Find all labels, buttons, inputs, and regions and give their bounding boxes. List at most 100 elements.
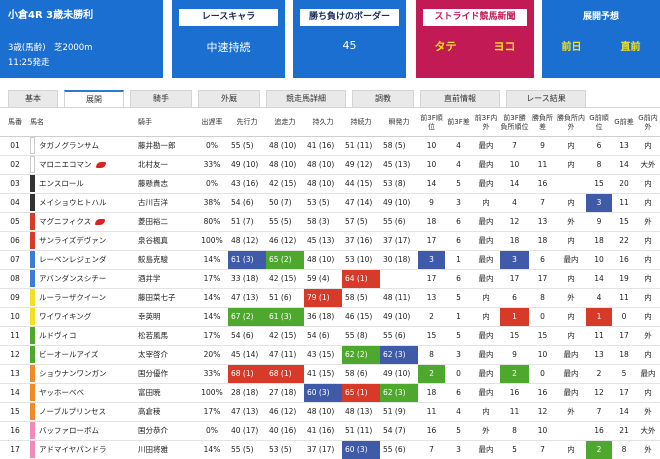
table-row[interactable]: 10 ワイワイキング 幸英明 14% 67 (2) 61 (3) 36 (18) 46 (15… (0, 307, 660, 327)
table-row[interactable]: 05 マグニフィクス 菱田裕二 80% 51 (7) 55 (5) 58 (3) 57 (5)… (0, 212, 660, 232)
table-row[interactable]: 14 ヤッホーベベ 富田暁 100% 28 (18) 27 (18) 60 (3) 65 (1… (0, 383, 660, 403)
md-cell: 17 (529, 269, 556, 289)
senko-cell: 28 (18) (228, 383, 266, 403)
horse-name[interactable]: ルドヴィコ (35, 330, 77, 341)
horse-name[interactable]: ショウナンワンガン (35, 368, 107, 379)
table-row[interactable]: 16 バッファローボム 国分恭介 0% 40 (17) 40 (16) 41 (16) 51 … (0, 421, 660, 441)
horse-name[interactable]: ルーラーザクイーン (35, 292, 106, 303)
table-row[interactable]: 11 ルドヴィコ 松若風馬 17% 54 (6) 42 (15) 54 (6) 55 (8) 5… (0, 326, 660, 346)
shunpatsu-cell: 58 (5) (380, 136, 418, 156)
gr-cell: 18 (586, 231, 612, 251)
z3o-cell: 最内 (472, 364, 500, 384)
horse-name[interactable]: アドマイヤパンドラ (35, 444, 107, 455)
gr-cell: 15 (586, 174, 612, 194)
column-header: 勝負所差 (529, 110, 556, 137)
tab-4[interactable]: 競走馬詳細 (266, 90, 346, 108)
jizoku-cell: 58 (5) (342, 288, 380, 308)
gd-cell: 8 (612, 440, 636, 459)
table-row[interactable]: 09 ルーラーザクイーン 藤田菜七子 14% 47 (13) 51 (6) 79 (1) 58… (0, 288, 660, 308)
horse-name-cell: マグニフィクス (30, 212, 138, 232)
table-row[interactable]: 13 ショウナンワンガン 国分優作 33% 68 (1) 68 (1) 41 (15) 58 … (0, 364, 660, 384)
md-cell: 12 (529, 402, 556, 422)
table-row[interactable]: 07 レーベンレジェンダ 鮫島克駿 14% 61 (3) 65 (2) 48 (10) 53 … (0, 250, 660, 270)
tsuiso-cell: 42 (15) (266, 174, 304, 194)
gd-cell: 15 (612, 212, 636, 232)
horse-name-cell: ショウナンワンガン (30, 364, 138, 384)
column-header: 先行力 (228, 110, 266, 137)
go-cell: 内 (636, 231, 660, 251)
horse-name[interactable]: バッファローボム (35, 425, 99, 436)
horse-name[interactable]: ヤッホーベベ (35, 387, 84, 398)
win-border-panel: 勝ち負けのボーダー 45 (293, 0, 406, 78)
shunpatsu-cell: 54 (7) (380, 421, 418, 441)
horse-name[interactable]: サンライズデヴァン (35, 235, 106, 246)
horse-name[interactable]: レーベンレジェンダ (35, 254, 107, 265)
late-cell: 100% (196, 231, 228, 251)
jikyu-cell: 48 (10) (304, 155, 342, 175)
gr-cell: 8 (586, 155, 612, 175)
horse-table: 馬番 馬名 騎手 出遅率 先行力 追走力 持久力 持続力 瞬発力 前3F順位 前3F差 前3F内外 前3… (0, 110, 660, 459)
horse-name[interactable]: ノーブルプリンセス (35, 406, 106, 417)
late-cell: 17% (196, 269, 228, 289)
jizoku-cell: 60 (3) (342, 440, 380, 459)
race-title: 小倉4R 3歳未勝利 (8, 10, 94, 21)
horse-name[interactable]: ビーオールアイズ (35, 349, 98, 360)
shunpatsu-cell: 48 (11) (380, 288, 418, 308)
z3o-cell: 最内 (472, 250, 500, 270)
table-row[interactable]: 15 ノーブルプリンセス 高倉稜 17% 47 (13) 46 (12) 48 (10) 48… (0, 402, 660, 422)
z3r-cell: 18 (418, 383, 445, 403)
horse-name[interactable]: アバンダンスシチー (35, 273, 106, 284)
horse-name[interactable]: メイショウヒトハル (35, 197, 107, 208)
tab-6[interactable]: 直前情報 (420, 90, 500, 108)
just-before-button[interactable]: 直前 (621, 38, 641, 53)
jockey-cell: 鮫島克駿 (138, 250, 196, 270)
day-before-button[interactable]: 前日 (562, 38, 582, 53)
horse-name[interactable]: マグニフィクス (35, 216, 91, 227)
table-row[interactable]: 03 エンスロール 藤懸貴志 0% 43 (16) 42 (15) 48 (10) 44 (1… (0, 174, 660, 194)
horse-name-cell: マロニエコマン (30, 155, 138, 175)
table-row[interactable]: 08 アバンダンスシチー 酒井学 17% 33 (18) 42 (15) 59 (4) 64 … (0, 269, 660, 289)
tab-2[interactable]: 騎手 (130, 90, 192, 108)
tab-bar: 基本 展開 騎手 外厩 競走馬詳細 調教 直前情報 レース結果 (8, 90, 660, 108)
yoko-button[interactable]: ヨコ (494, 38, 516, 54)
z3r-cell: 8 (418, 345, 445, 365)
table-row[interactable]: 17 アドマイヤパンドラ 川田将雅 14% 55 (5) 53 (5) 37 (17) 60 … (0, 440, 660, 459)
table-row[interactable]: 04 メイショウヒトハル 古川吉洋 38% 54 (6) 50 (7) 53 (5) 47 (… (0, 193, 660, 213)
tab-0[interactable]: 基本 (8, 90, 58, 108)
jizoku-cell: 47 (14) (342, 193, 380, 213)
horse-name[interactable]: ワイワイキング (35, 311, 91, 322)
mr-cell: 11 (500, 402, 529, 422)
column-header: G前差 (612, 110, 636, 137)
horse-name-cell: アドマイヤパンドラ (30, 440, 138, 459)
tab-7[interactable]: レース結果 (506, 90, 586, 108)
shunpatsu-cell: 51 (9) (380, 402, 418, 422)
md-cell: 16 (529, 174, 556, 194)
horse-name[interactable]: エンスロール (35, 178, 84, 189)
table-row[interactable]: 06 サンライズデヴァン 泉谷楓真 100% 48 (12) 46 (12) 45 (13)… (0, 231, 660, 251)
jikyu-cell: 54 (6) (304, 326, 342, 346)
column-header: 馬名 (30, 110, 138, 137)
jikyu-cell: 36 (18) (304, 307, 342, 327)
table-row[interactable]: 02 マロニエコマン 北村友一 33% 49 (10) 48 (10) 48 (10) 49 … (0, 155, 660, 175)
z3r-cell: 2 (418, 307, 445, 327)
jockey-cell: 富田暁 (138, 383, 196, 403)
table-row[interactable]: 01 タガノグランサム 藤井勘一郎 0% 55 (5) 48 (10) 41 (16) 51 … (0, 136, 660, 156)
md-cell: 7 (529, 193, 556, 213)
z3d-cell: 4 (445, 155, 472, 175)
tab-5[interactable]: 調教 (352, 90, 414, 108)
horse-name[interactable]: マロニエコマン (35, 159, 92, 170)
z3o-cell: 最内 (472, 326, 500, 346)
tsuiso-cell: 47 (11) (266, 345, 304, 365)
late-cell: 17% (196, 326, 228, 346)
tab-3[interactable]: 外厩 (198, 90, 260, 108)
mr-cell: 17 (500, 269, 529, 289)
tab-1[interactable]: 展開 (64, 90, 124, 108)
table-row[interactable]: 12 ビーオールアイズ 太宰啓介 20% 45 (14) 47 (11) 43 (15) 62… (0, 345, 660, 365)
tate-button[interactable]: タテ (435, 38, 457, 54)
mo-cell: 内 (556, 136, 586, 156)
shunpatsu-cell: 55 (6) (380, 440, 418, 459)
senko-cell: 67 (2) (228, 307, 266, 327)
tsuiso-cell: 46 (12) (266, 402, 304, 422)
horse-name[interactable]: タガノグランサム (35, 140, 99, 151)
z3o-cell: 内 (472, 288, 500, 308)
